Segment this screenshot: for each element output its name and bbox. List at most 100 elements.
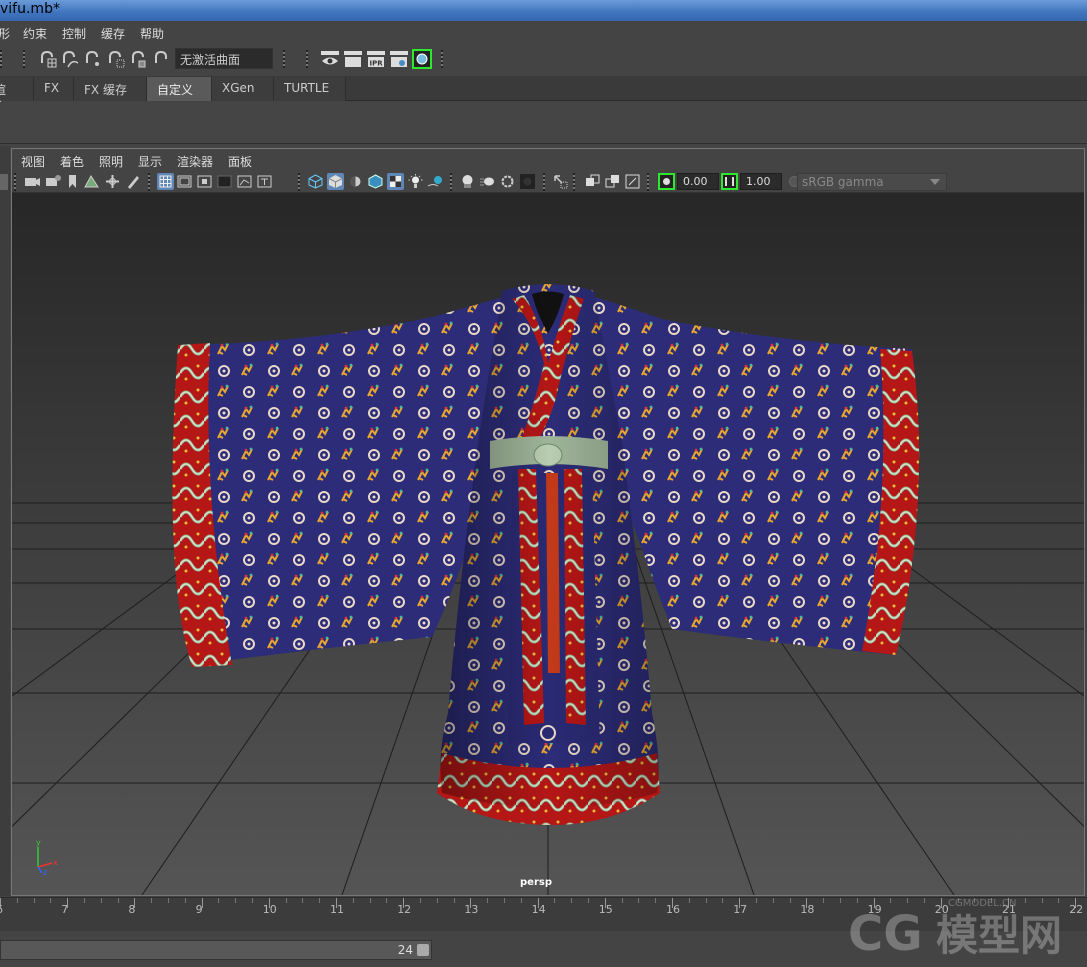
window-title: vifu.mb* <box>0 1 60 17</box>
strip-handle[interactable] <box>0 174 8 190</box>
time-tick-label: 11 <box>330 903 344 916</box>
menu-constrain[interactable]: 约束 <box>23 25 47 42</box>
time-minor-tick <box>16 898 18 903</box>
gate-mask-icon[interactable] <box>216 173 233 190</box>
time-minor-tick <box>588 898 589 903</box>
panel-menu-panels[interactable]: 面板 <box>228 153 252 170</box>
panel-menu-renderer[interactable]: 渲染器 <box>177 153 213 170</box>
time-minor-tick <box>252 898 253 903</box>
time-minor-tick <box>772 898 774 903</box>
panel-menu-view[interactable]: 视图 <box>21 153 45 170</box>
make-live-icon[interactable] <box>152 49 172 69</box>
render-settings-icon[interactable] <box>389 49 409 69</box>
motion-blur-icon[interactable] <box>479 173 496 190</box>
tab-fx[interactable]: FX <box>34 77 74 101</box>
ipr-render-icon[interactable]: IPR <box>366 49 386 69</box>
time-minor-tick <box>453 898 455 903</box>
toolbar-separator <box>297 173 301 191</box>
range-slider[interactable]: 24 <box>0 940 432 960</box>
anti-aliasing-icon[interactable] <box>499 173 516 190</box>
time-minor-tick <box>487 898 489 903</box>
time-tick-label: 18 <box>800 903 815 916</box>
time-minor-tick <box>100 898 102 903</box>
gamma-field[interactable]: 1.00 <box>740 173 782 190</box>
time-minor-tick <box>184 898 186 903</box>
exposure-field[interactable]: 0.00 <box>677 173 719 190</box>
title-bar: vifu.mb* <box>0 0 1087 21</box>
screen-space-ao-icon[interactable] <box>459 173 476 190</box>
viewport-3d[interactable]: y x z persp <box>12 193 1084 895</box>
time-minor-tick <box>789 898 791 903</box>
time-tick-label: 16 <box>666 903 680 916</box>
shelf-content <box>0 102 1087 144</box>
two-d-pan-zoom-icon[interactable] <box>104 173 121 190</box>
time-minor-tick <box>352 898 354 903</box>
use-all-lights-icon[interactable] <box>407 173 424 190</box>
xray-icon[interactable] <box>584 173 601 190</box>
bookmark-icon[interactable] <box>64 173 81 190</box>
grease-pencil-icon[interactable] <box>125 173 142 190</box>
field-chart-icon[interactable] <box>236 173 253 190</box>
time-tick-label: 15 <box>598 903 613 916</box>
color-space-dropdown[interactable]: sRGB gamma <box>797 173 947 191</box>
panel-menu-lighting[interactable]: 照明 <box>99 153 123 170</box>
hypershade-icon[interactable] <box>412 49 432 69</box>
exposure-icon[interactable] <box>658 173 675 190</box>
site-watermark-logo: CGMODEL.CN CG 模型网 <box>848 898 1062 958</box>
time-minor-tick <box>420 898 421 903</box>
isolate-select-icon[interactable] <box>552 173 569 190</box>
tab-fx-cache[interactable]: FX 缓存 <box>74 77 147 101</box>
depth-of-field-icon[interactable] <box>519 173 536 190</box>
wireframe-icon[interactable] <box>307 173 324 190</box>
gamma-icon[interactable] <box>721 173 738 190</box>
main-menu-bar: 形 约束 控制 缓存 帮助 <box>0 21 1087 45</box>
time-minor-tick <box>840 898 841 903</box>
camera-attributes-icon[interactable] <box>45 173 62 190</box>
xray-active-components-icon[interactable] <box>604 173 621 190</box>
panel-menu-show[interactable]: 显示 <box>138 153 162 170</box>
live-surface-field[interactable]: 无激活曲面 <box>175 48 273 69</box>
panel-toolbar: 0.00 1.00 sRGB gamma <box>12 171 1084 193</box>
select-camera-icon[interactable] <box>24 173 41 190</box>
time-minor-tick <box>756 898 757 903</box>
grid-toggle-icon[interactable] <box>157 173 174 190</box>
resolution-gate-icon[interactable] <box>196 173 213 190</box>
time-minor-tick <box>369 898 371 903</box>
render-current-frame-icon[interactable] <box>343 49 363 69</box>
xray-joints-icon[interactable] <box>624 173 641 190</box>
render-view-icon[interactable] <box>320 49 340 69</box>
svg-text:IPR: IPR <box>370 60 384 68</box>
time-minor-tick <box>168 898 169 903</box>
snap-to-grid-icon[interactable] <box>38 49 58 69</box>
time-minor-tick <box>823 898 825 903</box>
textured-icon[interactable] <box>387 173 404 190</box>
shadows-icon[interactable] <box>427 173 444 190</box>
time-minor-tick <box>638 898 640 903</box>
menu-cache[interactable]: 缓存 <box>101 25 125 42</box>
time-minor-tick <box>655 898 657 903</box>
chevron-down-icon <box>930 179 940 185</box>
panel-menu-shading[interactable]: 着色 <box>60 153 84 170</box>
menu-control[interactable]: 控制 <box>62 25 86 42</box>
snap-to-point-icon[interactable] <box>83 49 103 69</box>
snap-to-view-plane-icon[interactable] <box>106 49 126 69</box>
wireframe-on-shaded-icon[interactable] <box>367 173 384 190</box>
image-plane-icon[interactable] <box>83 173 100 190</box>
menu-deform[interactable]: 形 <box>0 25 10 42</box>
snap-to-curve-icon[interactable] <box>60 49 80 69</box>
status-line: 无激活曲面 IPR <box>0 45 1087 73</box>
tab-xgen[interactable]: XGen <box>212 77 274 101</box>
tab-custom[interactable]: 自定义 <box>147 77 212 101</box>
tab-rendering[interactable]: 渲染 <box>0 77 34 114</box>
time-minor-tick <box>50 898 52 903</box>
time-minor-tick <box>436 898 438 903</box>
menu-help[interactable]: 帮助 <box>140 25 164 42</box>
film-gate-icon[interactable] <box>176 173 193 190</box>
range-slider-handle[interactable] <box>417 944 429 956</box>
snap-projected-center-icon[interactable] <box>129 49 149 69</box>
use-default-material-icon[interactable] <box>347 173 364 190</box>
smooth-shade-icon[interactable] <box>327 173 344 190</box>
time-minor-tick <box>235 898 237 903</box>
safe-action-icon[interactable] <box>256 173 273 190</box>
tab-turtle[interactable]: TURTLE <box>274 77 346 101</box>
